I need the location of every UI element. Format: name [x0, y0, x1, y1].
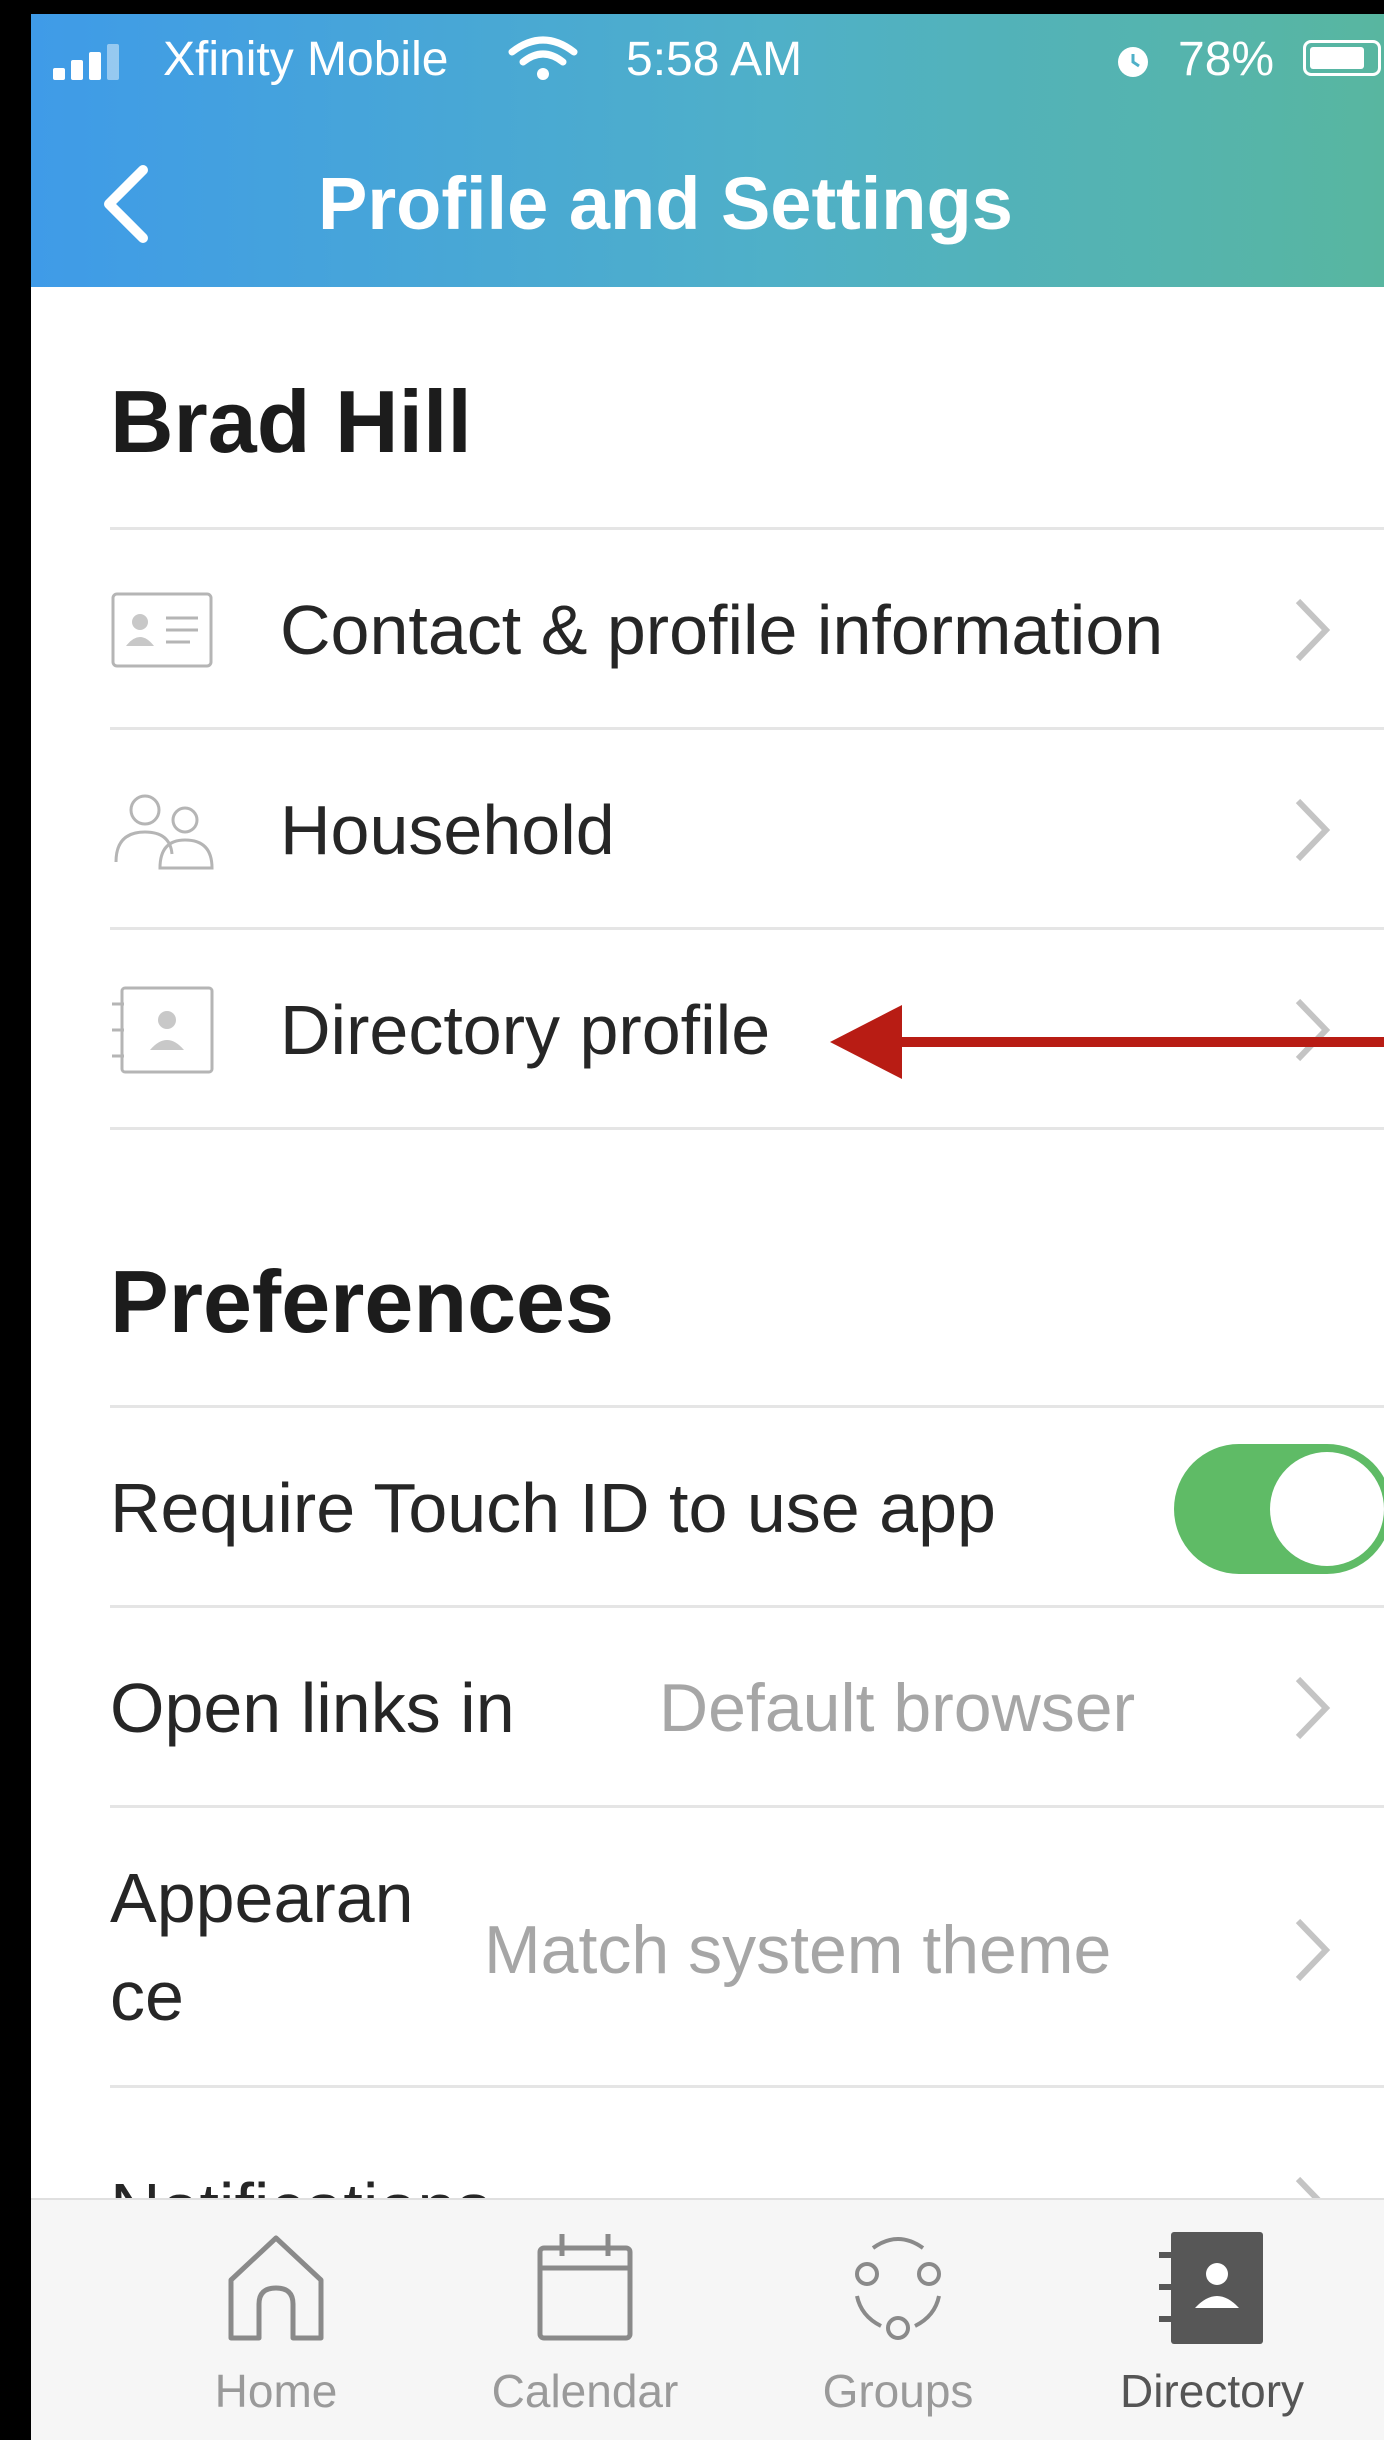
directory-icon: [1159, 2232, 1263, 2344]
tab-label: Calendar: [491, 2365, 679, 2417]
tab-home[interactable]: Home: [146, 2200, 406, 2440]
toggle-knob: [1270, 1452, 1384, 1566]
wifi-icon: [508, 36, 578, 80]
appearance-value: Match system theme: [484, 1912, 1112, 1988]
appearance-label-line1: Appearan: [110, 1859, 414, 1937]
row-label: Contact & profile information: [280, 591, 1164, 669]
tab-directory[interactable]: Directory: [1082, 2200, 1342, 2440]
tab-label: Directory: [1119, 2365, 1305, 2417]
home-icon: [228, 2235, 324, 2341]
page-title: Profile and Settings: [318, 162, 1013, 245]
row-appearance[interactable]: Appearan ce Match system theme: [110, 1805, 1384, 2088]
groups-icon: [855, 2237, 941, 2340]
open-links-value: Default browser: [659, 1670, 1136, 1746]
appearance-label-line2: ce: [110, 1957, 184, 2035]
calendar-icon: [537, 2234, 633, 2341]
chevron-right-icon: [1295, 798, 1331, 862]
chevron-right-icon: [1295, 1918, 1331, 1982]
battery-icon: [1303, 40, 1381, 76]
touch-id-label: Require Touch ID to use app: [110, 1469, 996, 1547]
tab-bar: Home Calendar Groups Directory: [31, 2198, 1384, 2440]
open-links-label: Open links in: [110, 1669, 515, 1747]
row-label: Directory profile: [280, 991, 771, 1069]
battery-percent: 78%: [1178, 33, 1275, 86]
contact-card-icon: [111, 592, 213, 668]
alarm-icon: [1118, 47, 1148, 77]
row-household[interactable]: Household: [110, 727, 1384, 927]
annotation-arrow: [830, 1005, 1384, 1079]
touch-id-toggle[interactable]: [1174, 1444, 1384, 1574]
tab-calendar[interactable]: Calendar: [455, 2200, 715, 2440]
carrier-name: Xfinity Mobile: [163, 33, 449, 86]
tab-label: Home: [214, 2365, 338, 2417]
chevron-right-icon: [1295, 1676, 1331, 1740]
people-icon: [114, 794, 214, 870]
row-touch-id: Require Touch ID to use app: [110, 1405, 1384, 1605]
chevron-right-icon: [1295, 598, 1331, 662]
tab-groups[interactable]: Groups: [768, 2200, 1028, 2440]
app-header: Xfinity Mobile 5:58 AM 78% Profile and S…: [31, 14, 1384, 287]
tab-label: Groups: [822, 2365, 974, 2417]
phone-screen: Xfinity Mobile 5:58 AM 78% Profile and S…: [31, 14, 1384, 2440]
status-bar: Xfinity Mobile 5:58 AM 78%: [53, 32, 1384, 86]
status-time: 5:58 AM: [626, 33, 803, 86]
directory-book-icon: [112, 986, 214, 1074]
cell-signal-icon: [53, 42, 133, 80]
back-chevron-icon[interactable]: [101, 164, 151, 244]
row-contact-profile[interactable]: Contact & profile information: [110, 527, 1384, 727]
row-open-links[interactable]: Open links in Default browser: [110, 1605, 1384, 1805]
row-label: Household: [280, 791, 615, 869]
preferences-title: Preferences: [110, 1252, 614, 1351]
profile-name: Brad Hill: [110, 372, 472, 471]
